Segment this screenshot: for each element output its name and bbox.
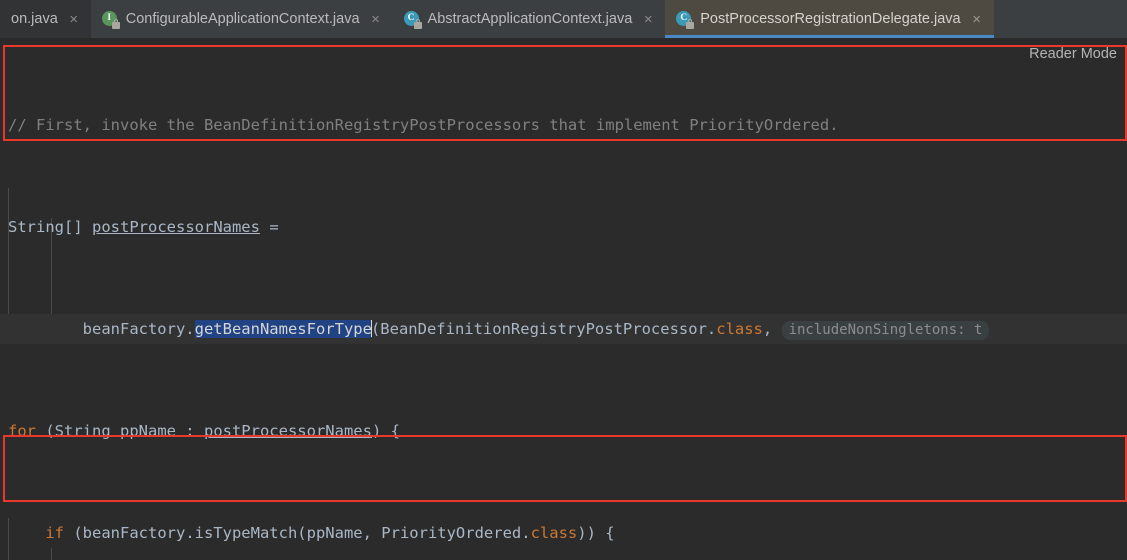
code-token-text: (beanFactory.isTypeMatch(ppName, Priorit… [64, 524, 531, 542]
close-icon[interactable]: × [369, 12, 383, 27]
editor-tab-label: AbstractApplicationContext.java [427, 11, 633, 27]
close-icon[interactable]: × [67, 12, 81, 27]
code-token-keyword: if [45, 524, 64, 542]
selected-text[interactable]: getBeanNamesForType [194, 320, 372, 338]
lock-icon [686, 18, 695, 29]
editor-tab-label: ConfigurableApplicationContext.java [125, 11, 360, 27]
close-icon[interactable]: × [970, 12, 984, 27]
close-icon[interactable]: × [641, 12, 655, 27]
code-text[interactable]: // First, invoke the BeanDefinitionRegis… [0, 38, 1127, 560]
lock-icon [111, 18, 120, 29]
parameter-inlay-hint[interactable]: includeNonSingletons: t [781, 321, 990, 340]
code-line[interactable]: // First, invoke the BeanDefinitionRegis… [0, 110, 1127, 140]
code-line-comment: // First, invoke the BeanDefinitionRegis… [8, 116, 839, 134]
code-token-type: String[] [8, 218, 92, 236]
code-token-keyword: class [530, 524, 578, 542]
editor-tab-bar: on.java × I ConfigurableApplicationConte… [0, 0, 1127, 38]
editor-tab-abstractapplicationcontext[interactable]: C AbstractApplicationContext.java × [392, 0, 666, 38]
code-token-text: ) { [371, 422, 400, 440]
editor-tab-configurableapplicationcontext[interactable]: I ConfigurableApplicationContext.java × [90, 0, 393, 38]
code-token-variable: postProcessorNames [203, 422, 372, 440]
reader-mode-label[interactable]: Reader Mode [1029, 46, 1117, 62]
editor-tab-label: PostProcessorRegistrationDelegate.java [700, 11, 961, 27]
java-class-icon: C [676, 10, 695, 29]
editor-tab-label: on.java [11, 11, 58, 27]
code-editor-area[interactable]: // First, invoke the BeanDefinitionRegis… [0, 38, 1127, 560]
lock-icon [413, 18, 422, 29]
code-token-comma: , [762, 320, 782, 338]
code-token-text: )) { [577, 524, 615, 542]
code-token-keyword: for [8, 422, 36, 440]
code-token-variable: postProcessorNames [92, 218, 260, 236]
code-token-keyword: class [716, 320, 763, 338]
code-token-operator: = [259, 218, 279, 236]
code-token-args: (BeanDefinitionRegistryPostProcessor. [370, 320, 717, 338]
code-line-current[interactable]: beanFactory.getBeanNamesForType(BeanDefi… [0, 314, 1127, 344]
code-line[interactable]: if (beanFactory.isTypeMatch(ppName, Prio… [0, 518, 1127, 548]
code-line[interactable]: String[] postProcessorNames = [0, 212, 1127, 242]
editor-tab-truncated[interactable]: on.java × [0, 0, 91, 38]
code-line[interactable]: for (String ppName : postProcessorNames)… [0, 416, 1127, 446]
code-token-indent [8, 524, 45, 542]
code-token-text: (String ppName : [36, 422, 204, 440]
idea-editor-window: on.java × I ConfigurableApplicationConte… [0, 0, 1127, 560]
java-class-icon: C [403, 10, 422, 29]
code-token-indent: beanFactory. [8, 320, 195, 338]
editor-tab-postprocessorregistrationdelegate[interactable]: C PostProcessorRegistrationDelegate.java… [665, 0, 994, 38]
java-interface-icon: I [101, 10, 120, 29]
